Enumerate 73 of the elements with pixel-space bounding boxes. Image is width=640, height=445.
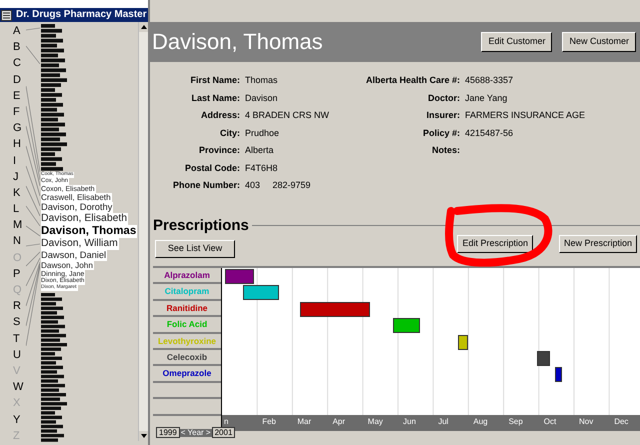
customer-title: Davison, Thomas — [152, 31, 324, 53]
index-letter[interactable]: F — [0, 104, 32, 120]
field-value: 45688-3357 — [465, 74, 514, 87]
index-letter[interactable]: W — [0, 379, 32, 396]
field-label: Alberta Health Care #: — [364, 74, 460, 87]
index-letter[interactable]: E — [0, 88, 32, 104]
index-letter[interactable]: D — [0, 72, 32, 88]
field-value: Prudhoe — [245, 126, 280, 140]
month-label: Jun — [403, 418, 416, 426]
customer-name[interactable]: Davison, Thomas — [41, 224, 138, 238]
field-value: F4T6H8 — [245, 162, 279, 174]
field-value: 4215487-56 — [465, 126, 514, 140]
customer-name[interactable]: Davison, William — [41, 238, 119, 250]
customer-name[interactable]: Dawson, Daniel — [41, 250, 108, 261]
field-label: Doctor: — [427, 92, 460, 104]
index-letter[interactable]: P — [0, 266, 32, 282]
index-letter[interactable]: R — [0, 298, 32, 314]
index-letter[interactable]: G — [0, 120, 32, 136]
index-letter[interactable]: J — [0, 168, 32, 185]
field-label: City: — [219, 126, 240, 140]
month-label: Feb — [262, 418, 276, 426]
customer-button[interactable]: New Customer — [562, 32, 636, 52]
index-letter[interactable]: H — [0, 136, 32, 152]
field-label: First Name: — [189, 74, 240, 87]
prescription-button[interactable]: Edit Prescription — [457, 235, 533, 253]
index-letter[interactable]: N — [0, 233, 32, 250]
customer-name[interactable]: Davison, Dorothy — [41, 202, 114, 213]
field-label: Postal Code: — [184, 162, 240, 174]
index-letter[interactable]: B — [0, 39, 32, 56]
month-label: Dec — [614, 418, 628, 426]
field-value: Jane Yang — [465, 92, 508, 105]
window-title: Dr. Drugs Pharmacy Master — [16, 10, 147, 20]
month-label: Apr — [332, 418, 346, 426]
next-year-button[interactable]: 2001 — [212, 427, 236, 438]
year-label: < Year > — [180, 428, 212, 436]
index-letter[interactable]: S — [0, 314, 32, 331]
field-value: Alberta — [245, 144, 275, 157]
month-label: May — [368, 418, 383, 426]
month-label: Jul — [438, 418, 448, 426]
month-label: Aug — [473, 418, 488, 426]
customer-name[interactable]: Davison, Elisabeth — [41, 212, 128, 225]
month-label: Mar — [297, 418, 312, 426]
field-value: FARMERS INSURANCE AGE — [465, 109, 586, 122]
customer-button[interactable]: Edit Customer — [481, 32, 552, 52]
index-letter[interactable]: C — [0, 55, 32, 72]
index-letter[interactable]: M — [0, 217, 32, 234]
index-letter[interactable]: L — [0, 201, 32, 218]
index-letter[interactable]: U — [0, 346, 32, 363]
field-label: Last Name: — [190, 92, 240, 104]
list-view-button[interactable]: See List View — [155, 240, 235, 258]
field-label: Insurer: — [425, 109, 460, 122]
index-letter[interactable]: T — [0, 330, 32, 347]
field-value: 403 282-9759 — [245, 179, 312, 192]
prev-year-button[interactable]: 1999 — [156, 427, 180, 438]
month-label: n — [224, 418, 228, 426]
field-value: Thomas — [245, 74, 279, 87]
index-letter[interactable]: I — [0, 152, 32, 169]
field-label: Notes: — [430, 144, 460, 157]
field-label: Address: — [200, 109, 240, 122]
section-title: Prescriptions — [152, 218, 250, 232]
field-value: 4 BRADEN CRS NW — [245, 109, 330, 122]
index-letter[interactable]: Y — [0, 412, 32, 428]
index-letter[interactable]: A — [0, 23, 32, 40]
field-value: Davison — [245, 92, 279, 104]
month-label: Oct — [544, 418, 556, 426]
customer-name[interactable]: Craswell, Elisabeth — [41, 192, 112, 202]
field-label: Province: — [198, 144, 240, 157]
index-letter[interactable]: K — [0, 184, 32, 202]
field-label: Policy #: — [422, 126, 460, 140]
month-label: Sep — [508, 418, 523, 426]
month-label: Nov — [579, 418, 594, 426]
prescription-button[interactable]: New Prescription — [558, 235, 637, 253]
field-label: Phone Number: — [172, 179, 240, 192]
